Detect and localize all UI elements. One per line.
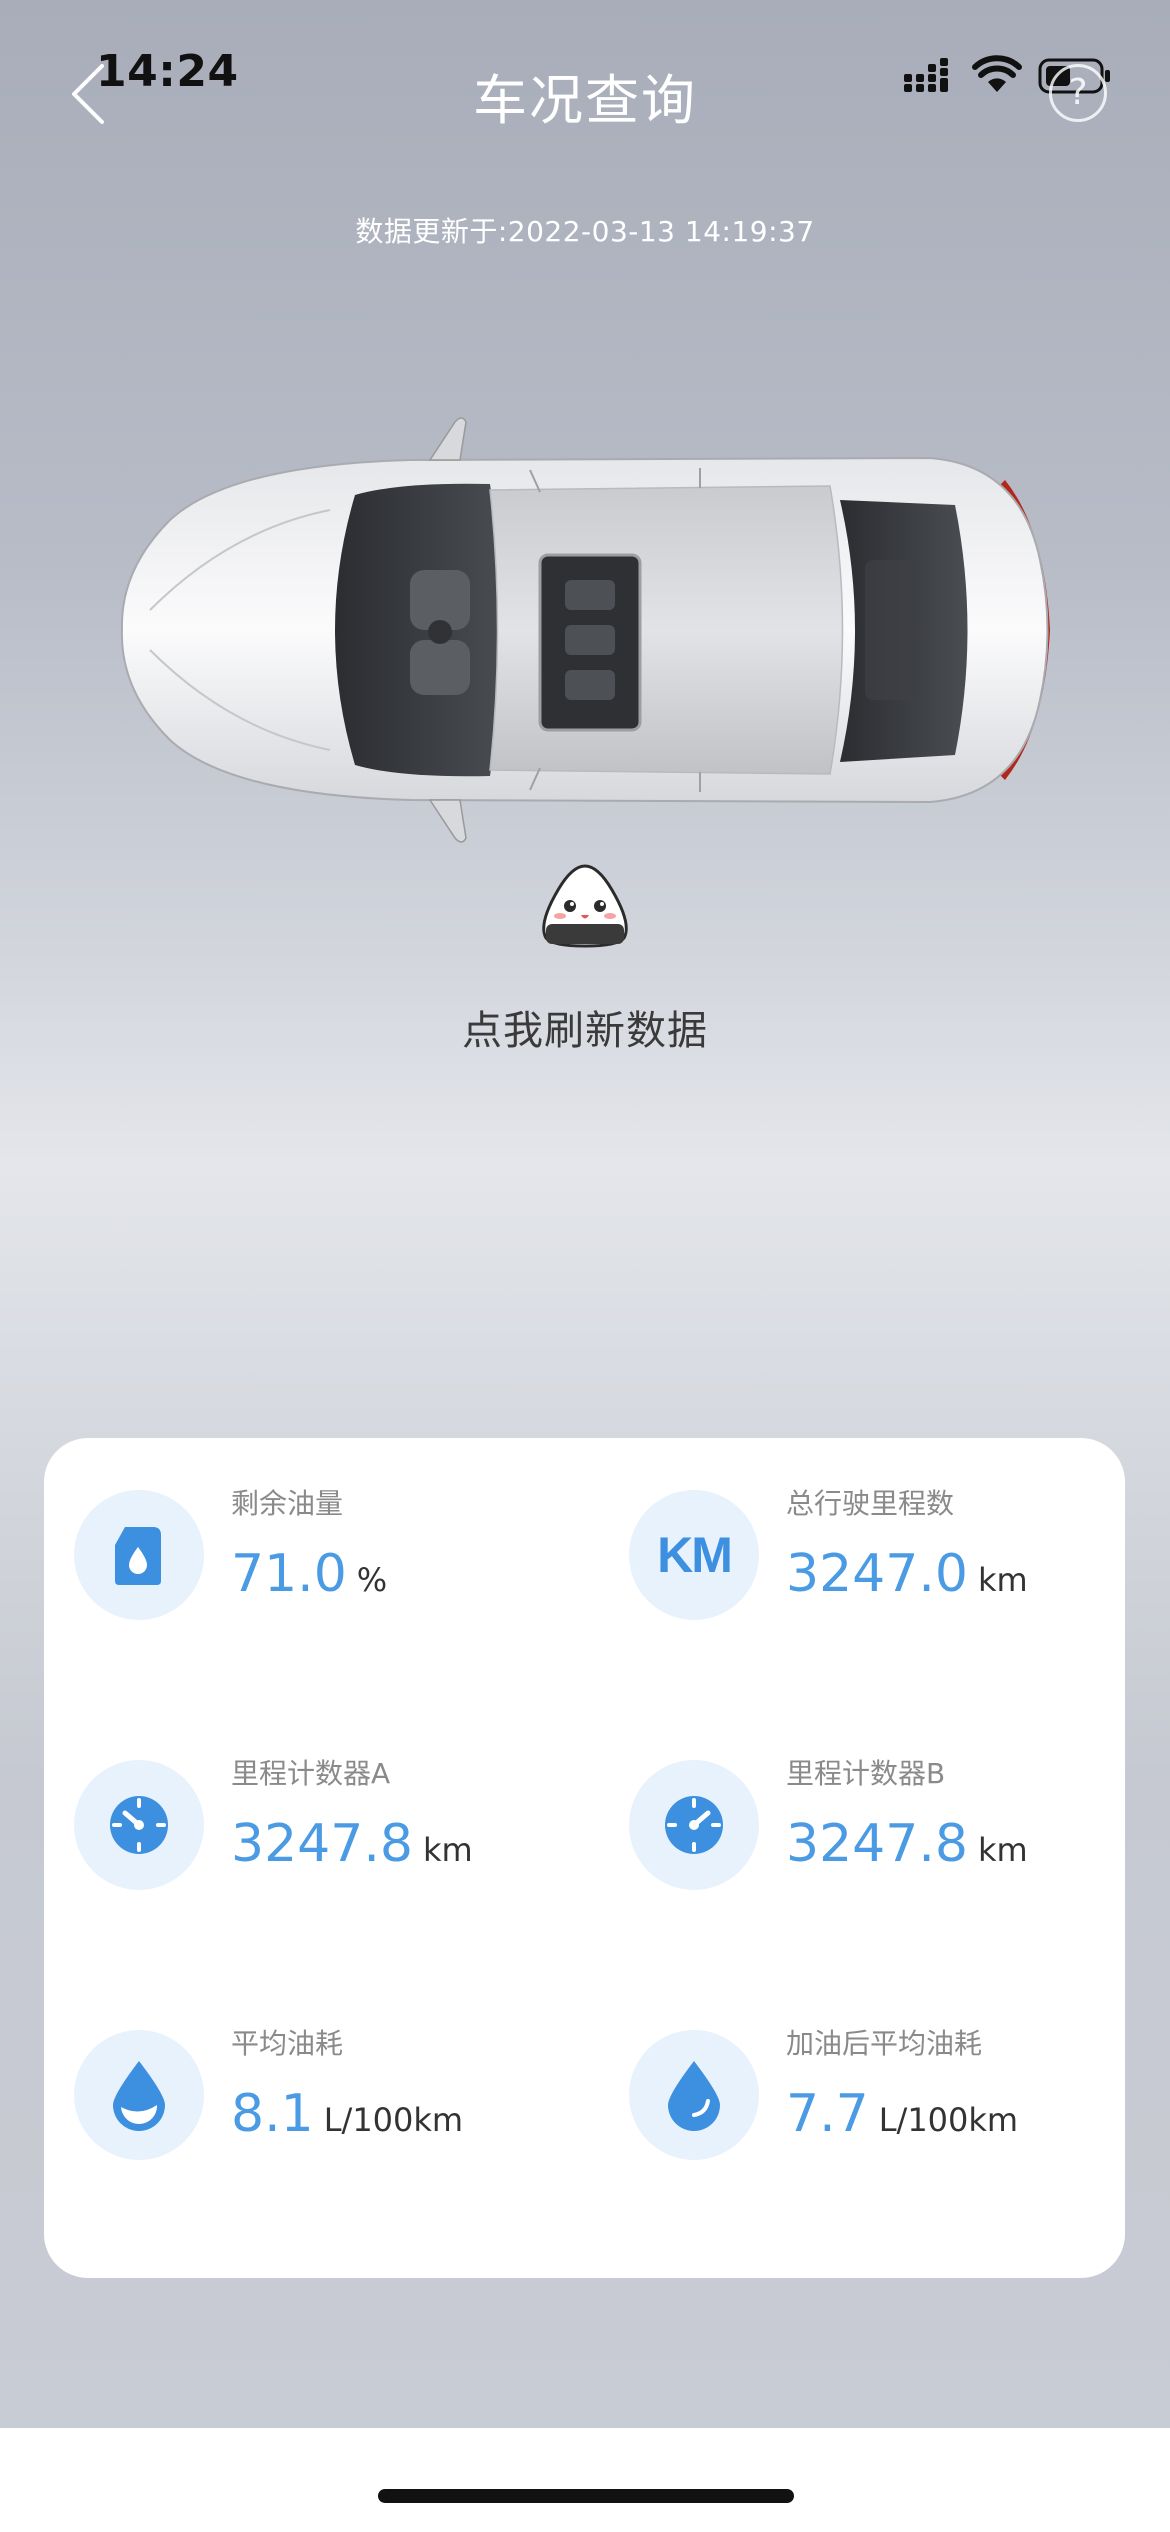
stat-value: 8.1 <box>231 2084 314 2144</box>
update-timestamp: 数据更新于:2022-03-13 14:19:37 <box>355 215 815 248</box>
drop-icon <box>74 2030 204 2160</box>
stat-label: 加油后平均油耗 <box>786 2027 983 2060</box>
stat-value-line: 3247.0 km <box>786 1544 1028 1604</box>
stat-value: 3247.8 <box>231 1814 413 1874</box>
stat-unit: % <box>356 1561 388 1599</box>
stat-label: 剩余油量 <box>231 1487 344 1520</box>
help-icon[interactable]: ? <box>1049 64 1107 122</box>
stat-label: 里程计数器B <box>786 1757 946 1790</box>
stat-unit: L/100km <box>323 2101 464 2139</box>
drop-icon <box>629 2030 759 2160</box>
stat-value: 71.0 <box>231 1544 347 1604</box>
km-icon-text: KM <box>657 1527 733 1583</box>
stat-trip-b: 里程计数器B 3247.8 km <box>599 1708 1139 1908</box>
stat-fuel-remaining: 剩余油量 71.0% <box>44 1438 584 1638</box>
stat-value-line: 3247.8 km <box>231 1814 473 1874</box>
mascot-refresh-icon[interactable] <box>536 862 634 948</box>
stat-unit: L/100km <box>878 2101 1019 2139</box>
stat-value-line: 8.1 L/100km <box>231 2084 463 2144</box>
stat-value-line: 71.0% <box>231 1544 387 1604</box>
car-top-view-image <box>120 417 1050 843</box>
bottom-safe-area <box>0 2428 1170 2532</box>
stat-value: 7.7 <box>786 2084 869 2144</box>
speedometer-icon <box>74 1760 204 1890</box>
stat-label: 总行驶里程数 <box>786 1487 955 1520</box>
stat-total-mileage: KM 总行驶里程数 3247.0 km <box>599 1438 1139 1638</box>
fuel-can-icon <box>74 1490 204 1620</box>
stat-average-consumption-since-refuel: 加油后平均油耗 7.7 L/100km <box>599 1978 1139 2178</box>
km-icon: KM <box>629 1490 759 1620</box>
stat-value-line: 7.7 L/100km <box>786 2084 1018 2144</box>
vehicle-stats-card: 剩余油量 71.0% KM 总行驶里程数 3247.0 km 里程计数器A 324… <box>44 1438 1125 2278</box>
speedometer-icon <box>629 1760 759 1890</box>
stat-unit: km <box>422 1831 473 1869</box>
stat-unit: km <box>977 1831 1028 1869</box>
stat-average-consumption: 平均油耗 8.1 L/100km <box>44 1978 584 2178</box>
stat-trip-a: 里程计数器A 3247.8 km <box>44 1708 584 1908</box>
refresh-data-button[interactable]: 点我刷新数据 <box>0 998 1170 1056</box>
stat-unit: km <box>977 1561 1028 1599</box>
stat-value: 3247.8 <box>786 1814 968 1874</box>
page-title: 车况查询 <box>473 69 697 132</box>
stat-value: 3247.0 <box>786 1544 968 1604</box>
stat-label: 平均油耗 <box>231 2027 344 2060</box>
stat-value-line: 3247.8 km <box>786 1814 1028 1874</box>
home-indicator[interactable] <box>378 2489 794 2503</box>
stat-label: 里程计数器A <box>231 1757 391 1790</box>
